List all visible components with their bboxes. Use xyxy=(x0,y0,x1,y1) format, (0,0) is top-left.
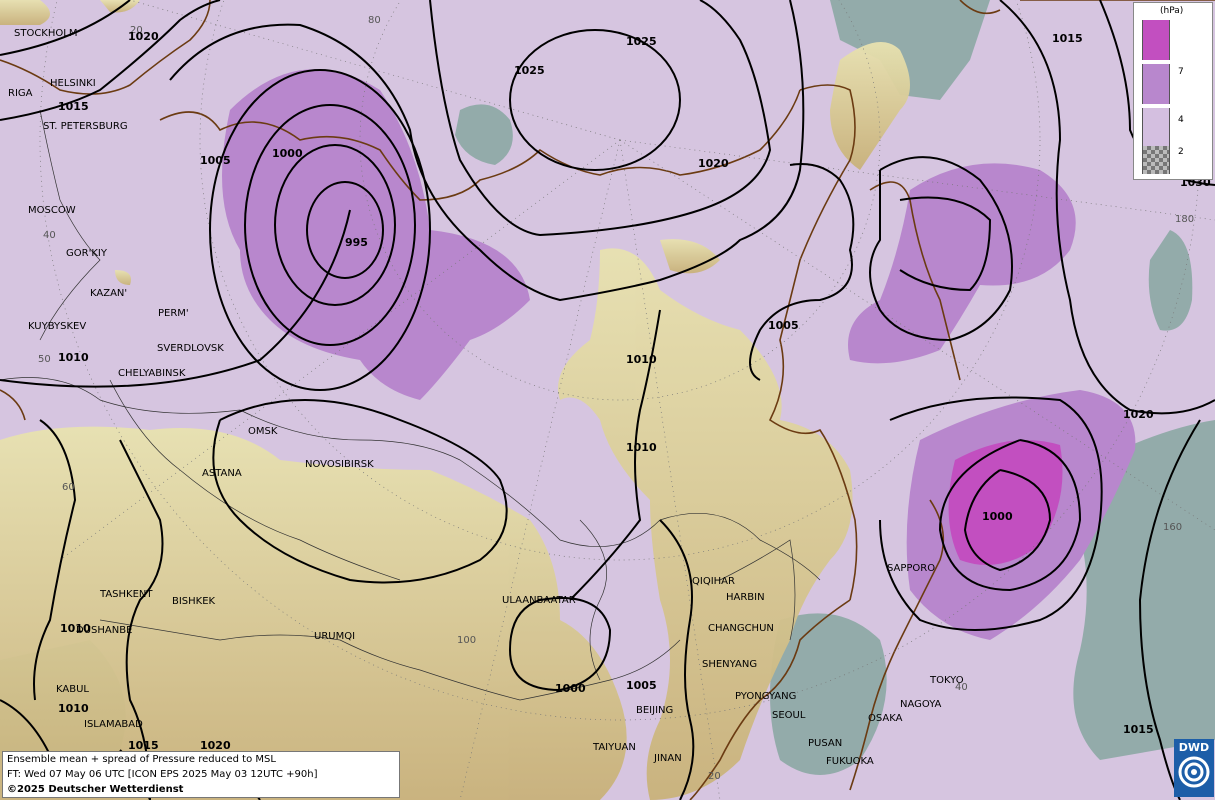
city-label: TASHKENT xyxy=(99,589,153,600)
city-label: TAIYUAN xyxy=(592,742,636,753)
city-label: ISLAMABAD xyxy=(84,719,143,730)
grid-label: 160 xyxy=(1163,522,1182,533)
isobar-label: 1020 xyxy=(1123,408,1154,421)
legend-tick: 7 xyxy=(1178,67,1184,77)
isobar-label: 1020 xyxy=(698,157,729,170)
isobar-label: 1010 xyxy=(626,353,657,366)
city-label: HELSINKI xyxy=(50,78,96,89)
city-label: OSAKA xyxy=(868,713,903,724)
info-forecast-time: FT: Wed 07 May 06 UTC [ICON EPS 2025 May… xyxy=(7,769,318,780)
legend-tick: 4 xyxy=(1178,115,1184,125)
forecast-info-box: Ensemble mean + spread of Pressure reduc… xyxy=(2,751,400,798)
city-label: PUSAN xyxy=(808,738,842,749)
isobar-label: 1010 xyxy=(58,351,89,364)
dwd-logo-text: DWD xyxy=(1178,741,1210,754)
isobar-label: 1000 xyxy=(982,510,1013,523)
isobar-label: 1015 xyxy=(1123,723,1154,736)
legend-swatch-minimal xyxy=(1142,146,1170,174)
city-label: KAZAN' xyxy=(90,288,127,299)
dwd-swirl-icon xyxy=(1178,756,1210,788)
isobar-label: 1005 xyxy=(626,679,657,692)
grid-label: 100 xyxy=(457,635,476,646)
city-label: PYONGYANG xyxy=(735,691,796,702)
isobar-label: 1000 xyxy=(555,682,586,695)
grid-label: 80 xyxy=(368,15,381,26)
isobar-label: 1000 xyxy=(272,147,303,160)
isobar-label: 1010 xyxy=(58,702,89,715)
city-label: CHELYABINSK xyxy=(118,368,186,379)
city-label: MOSCOW xyxy=(28,205,76,216)
legend-swatch-low xyxy=(1142,108,1170,148)
legend-swatch-medium xyxy=(1142,64,1170,104)
city-label: URUMQI xyxy=(314,631,355,642)
isobar-label: 1010 xyxy=(626,441,657,454)
city-label: ASTANA xyxy=(202,468,242,479)
isobar-label: 995 xyxy=(345,236,368,249)
dwd-logo: DWD xyxy=(1174,739,1214,797)
city-label: TOKYO xyxy=(929,675,964,686)
isobar-label: 1015 xyxy=(1052,32,1083,45)
isobar-label: 1025 xyxy=(514,64,545,77)
legend-tick: 2 xyxy=(1178,147,1184,157)
city-label: BISHKEK xyxy=(172,596,216,607)
city-label: NOVOSIBIRSK xyxy=(305,459,374,470)
city-label: KUYBYSKEV xyxy=(28,321,86,332)
isobar-label: 1015 xyxy=(58,100,89,113)
city-label: RIGA xyxy=(8,88,33,99)
isobar-label: 1005 xyxy=(200,154,231,167)
city-label: HARBIN xyxy=(726,592,765,603)
city-label: CHANGCHUN xyxy=(708,623,774,634)
city-label: JINAN xyxy=(653,753,682,764)
city-label: OMSK xyxy=(248,426,278,437)
isobar-label: 1020 xyxy=(128,30,159,43)
city-label: PERM' xyxy=(158,308,189,319)
city-label: KABUL xyxy=(56,684,89,695)
legend-unit: (hPa) xyxy=(1160,6,1184,16)
legend-swatch-high xyxy=(1142,20,1170,60)
info-title: Ensemble mean + spread of Pressure reduc… xyxy=(7,754,276,765)
city-label: BEIJING xyxy=(636,705,673,716)
city-label: FUKUOKA xyxy=(826,756,874,767)
info-copyright: ©2025 Deutscher Wetterdienst xyxy=(7,784,184,795)
grid-label: 20 xyxy=(708,771,721,782)
city-label: DUSHANBE xyxy=(76,625,132,636)
grid-label: 40 xyxy=(43,230,56,241)
city-label: ULAANBAATAR xyxy=(502,595,576,606)
grid-label: 60 xyxy=(62,482,75,493)
city-label: NAGOYA xyxy=(900,699,942,710)
city-label: SAPPORO xyxy=(887,563,935,574)
pressure-map: 20 80 40 50 60 100 180 160 20 40 1020 10… xyxy=(0,0,1215,800)
spread-legend: (hPa) 7 4 2 xyxy=(1133,2,1213,180)
city-label: STOCKHOLM xyxy=(14,28,77,39)
grid-label: 180 xyxy=(1175,214,1194,225)
city-label: SHENYANG xyxy=(702,659,757,670)
city-label: SEOUL xyxy=(772,710,806,721)
city-label: GOR'KIY xyxy=(66,248,108,259)
city-label: ST. PETERSBURG xyxy=(43,121,128,132)
city-label: SVERDLOVSK xyxy=(157,343,224,354)
isobar-label: 1025 xyxy=(626,35,657,48)
isobar-label: 1005 xyxy=(768,319,799,332)
grid-label: 50 xyxy=(38,354,51,365)
city-label: QIQIHAR xyxy=(692,576,735,587)
